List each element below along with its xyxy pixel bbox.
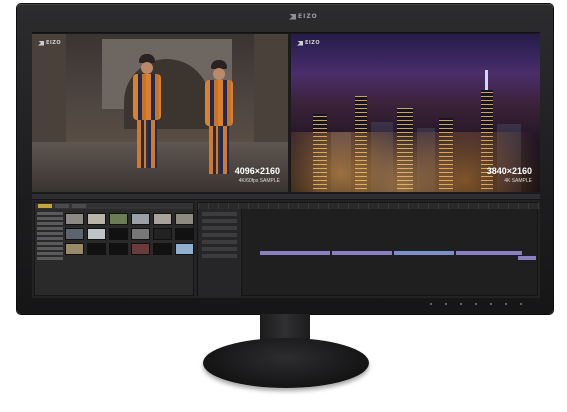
clip-thumbnail[interactable] — [109, 213, 128, 225]
media-thumbnails[interactable] — [65, 213, 194, 255]
resolution-label: 4096×2160 — [234, 166, 280, 176]
bezel-button[interactable] — [445, 303, 447, 305]
clip-thumbnail[interactable] — [65, 228, 84, 240]
bezel-button[interactable] — [430, 303, 432, 305]
product-photo: EIZO EIZO 4096×2160 4K/60fps SAMPLE EIZO… — [0, 0, 567, 412]
bin-tree[interactable] — [37, 212, 63, 262]
left-video-preview[interactable]: EIZO 4096×2160 4K/60fps SAMPLE — [32, 34, 288, 192]
video-logo: EIZO — [38, 40, 61, 46]
resolution-label: 3840×2160 — [486, 166, 532, 176]
clip-thumbnail[interactable] — [131, 243, 150, 255]
timeline-clip[interactable] — [518, 256, 536, 260]
bezel-button[interactable] — [460, 303, 462, 305]
right-pillar — [254, 34, 288, 154]
guard-figure — [130, 54, 164, 174]
video-logo: EIZO — [297, 40, 320, 46]
brand-text: EIZO — [298, 13, 318, 20]
brand-mark-icon — [289, 13, 296, 20]
clip-thumbnail[interactable] — [65, 243, 84, 255]
bezel-buttons[interactable] — [430, 303, 522, 305]
brand-logo: EIZO — [289, 13, 318, 20]
clip-thumbnail[interactable] — [153, 228, 172, 240]
clip-thumbnail[interactable] — [153, 213, 172, 225]
clip-thumbnail[interactable] — [87, 228, 106, 240]
bezel-button[interactable] — [505, 303, 507, 305]
panel-tab[interactable] — [38, 204, 52, 208]
timeline-clip[interactable] — [394, 251, 454, 255]
app-title-bar — [32, 26, 540, 33]
clip-thumbnail[interactable] — [109, 228, 128, 240]
logo-mark-icon — [297, 40, 303, 46]
clip-thumbnail[interactable] — [153, 243, 172, 255]
bezel-button[interactable] — [490, 303, 492, 305]
track-headers — [198, 209, 242, 297]
city-lights — [291, 132, 540, 192]
monitor-screen: EIZO 4096×2160 4K/60fps SAMPLE EIZO 3840… — [32, 26, 540, 298]
project-panel[interactable] — [34, 202, 194, 296]
editor-workspace — [32, 194, 540, 298]
project-tabs[interactable] — [35, 203, 193, 209]
power-button[interactable] — [520, 303, 522, 305]
timeline-clip[interactable] — [456, 251, 522, 255]
logo-mark-icon — [38, 40, 44, 46]
clip-thumbnail[interactable] — [131, 213, 150, 225]
bezel-button[interactable] — [475, 303, 477, 305]
panel-tab[interactable] — [72, 204, 86, 208]
clip-thumbnail[interactable] — [87, 213, 106, 225]
tower-spire — [485, 70, 488, 90]
clip-thumbnail[interactable] — [109, 243, 128, 255]
panel-tab[interactable] — [55, 204, 69, 208]
timeline-clip[interactable] — [332, 251, 392, 255]
clip-thumbnail[interactable] — [87, 243, 106, 255]
left-pillar — [32, 34, 66, 154]
stand-base — [203, 338, 369, 388]
clip-thumbnail[interactable] — [175, 228, 194, 240]
right-video-preview[interactable]: EIZO 3840×2160 4K SAMPLE — [291, 34, 540, 192]
time-ruler[interactable] — [198, 203, 539, 209]
sample-caption: 4K SAMPLE — [504, 178, 532, 184]
clip-thumbnail[interactable] — [175, 213, 194, 225]
timeline-clip[interactable] — [260, 251, 330, 255]
transport-bar[interactable] — [32, 194, 540, 200]
sample-caption: 4K/60fps SAMPLE — [238, 178, 280, 184]
timeline-panel[interactable] — [197, 202, 539, 297]
clip-thumbnail[interactable] — [131, 228, 150, 240]
folder-icon[interactable] — [175, 243, 194, 255]
clip-thumbnail[interactable] — [65, 213, 84, 225]
guard-figure — [202, 60, 236, 180]
